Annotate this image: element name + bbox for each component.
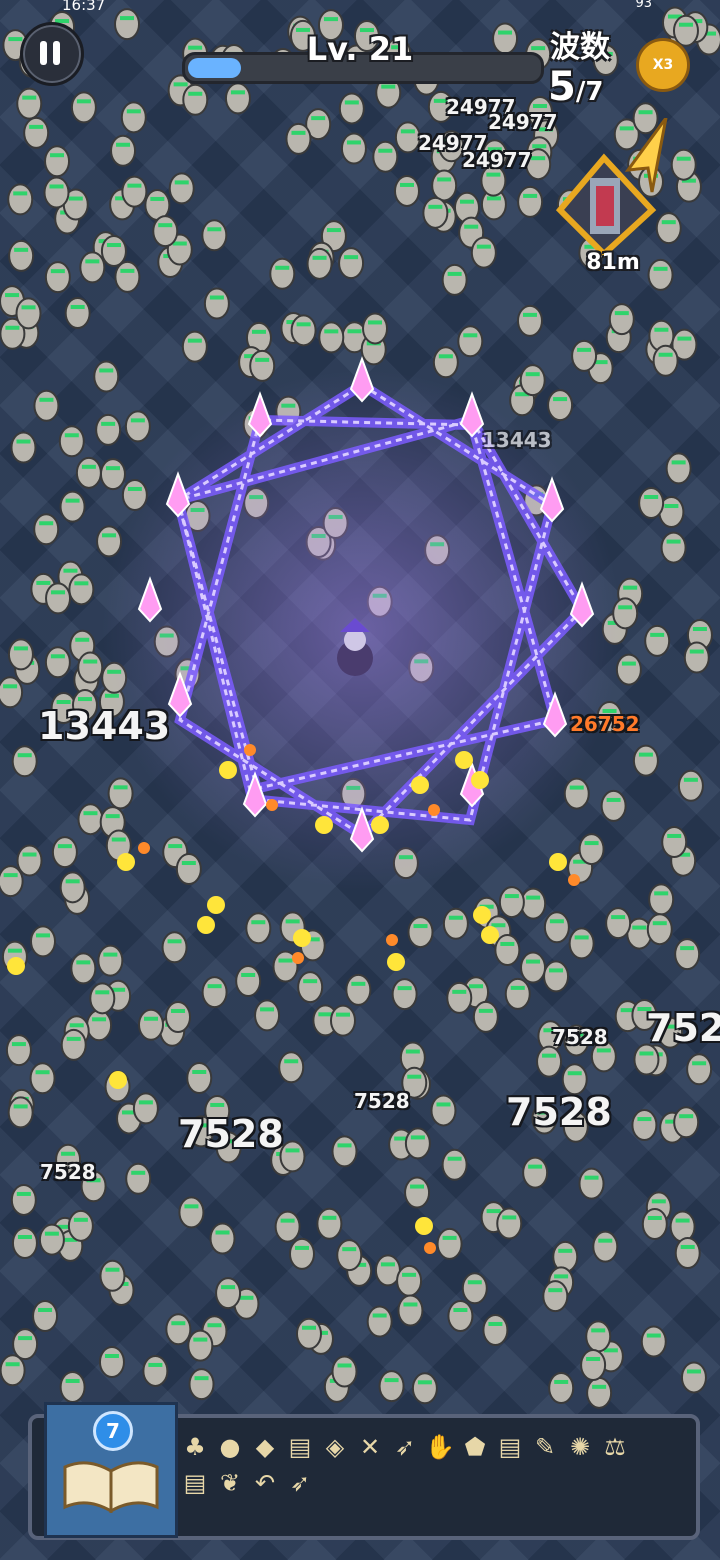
energy-orb	[109, 1071, 127, 1089]
scroll-icon: ▤	[498, 1433, 522, 1461]
spellbook-icon	[63, 1461, 159, 1513]
pause-button[interactable]	[20, 22, 84, 86]
phone-status-bar: 16:37 93	[0, 0, 720, 16]
energy-orb	[7, 957, 25, 975]
energy-orb	[411, 776, 429, 794]
battery-level: 93	[635, 0, 652, 11]
damage-number: 7528	[178, 1112, 284, 1156]
sun-icon: ✺	[569, 1433, 591, 1461]
blue-shield-icon: ⬟	[464, 1433, 486, 1461]
shield-gem-icon: ◈	[325, 1433, 345, 1461]
damage-number: 7528	[506, 1090, 612, 1134]
clock: 16:37	[62, 0, 106, 14]
energy-orb	[424, 1242, 436, 1254]
bat-icon: ◆	[255, 1433, 275, 1461]
feather-icon: ✎	[534, 1433, 556, 1461]
critical-damage-number: 26752	[570, 712, 640, 736]
energy-orb	[471, 771, 489, 789]
boomerang-icon: ↶	[254, 1469, 276, 1497]
wing-icon: ➶	[394, 1433, 416, 1461]
damage-number: 24977	[488, 110, 558, 134]
mushroom-icon: ♣	[184, 1433, 206, 1461]
wave-label: 波数	[550, 30, 610, 65]
scroll-icon: ▤	[183, 1469, 207, 1497]
energy-orb	[481, 926, 499, 944]
arrow-icon	[624, 118, 668, 193]
damage-number: 13443	[38, 704, 171, 748]
spellbook-slot[interactable]: 7	[44, 1402, 178, 1538]
damage-number: 13443	[482, 428, 552, 452]
energy-orb	[219, 761, 237, 779]
energy-orb	[244, 744, 256, 756]
damage-number: 7528	[354, 1089, 410, 1113]
energy-orb	[387, 953, 405, 971]
leaf-icon: ❦	[219, 1469, 241, 1497]
speed-toggle-button[interactable]: X3	[636, 38, 690, 92]
energy-orb	[292, 952, 304, 964]
energy-orb	[197, 916, 215, 934]
energy-orb	[455, 751, 473, 769]
energy-orb	[207, 896, 225, 914]
spellbook-level-badge: 7	[93, 1411, 133, 1451]
experience-fill	[188, 58, 241, 78]
wave-total: /7	[575, 77, 604, 107]
frog-icon: ●	[219, 1433, 241, 1461]
damage-number: 24977	[462, 148, 532, 172]
scales-icon: ⚖	[604, 1433, 626, 1461]
scroll-icon: ▤	[288, 1433, 312, 1461]
pause-icon	[40, 41, 47, 65]
portal-direction-marker[interactable]	[556, 118, 672, 258]
damage-number: 7528	[552, 1025, 608, 1049]
glove-icon: ✋	[425, 1433, 455, 1461]
damage-number: 752	[646, 1006, 720, 1050]
wing-icon: ➶	[289, 1469, 311, 1497]
wave-current: 5	[548, 64, 576, 110]
energy-orb	[473, 906, 491, 924]
wave-counter: 5/7	[548, 64, 603, 110]
energy-orb	[371, 816, 389, 834]
energy-orb	[415, 1217, 433, 1235]
energy-orb	[138, 842, 150, 854]
crossed-swords-icon: ✕	[359, 1433, 381, 1461]
energy-orb	[315, 816, 333, 834]
energy-orb	[549, 853, 567, 871]
player-level: Lv. 21	[306, 30, 414, 68]
energy-orb	[386, 934, 398, 946]
energy-orb	[293, 929, 311, 947]
portal-distance: 81m	[586, 250, 640, 275]
energy-orb	[428, 804, 440, 816]
energy-orb	[117, 853, 135, 871]
energy-orb	[568, 874, 580, 886]
damage-number: 7528	[40, 1160, 96, 1184]
energy-orb	[266, 799, 278, 811]
